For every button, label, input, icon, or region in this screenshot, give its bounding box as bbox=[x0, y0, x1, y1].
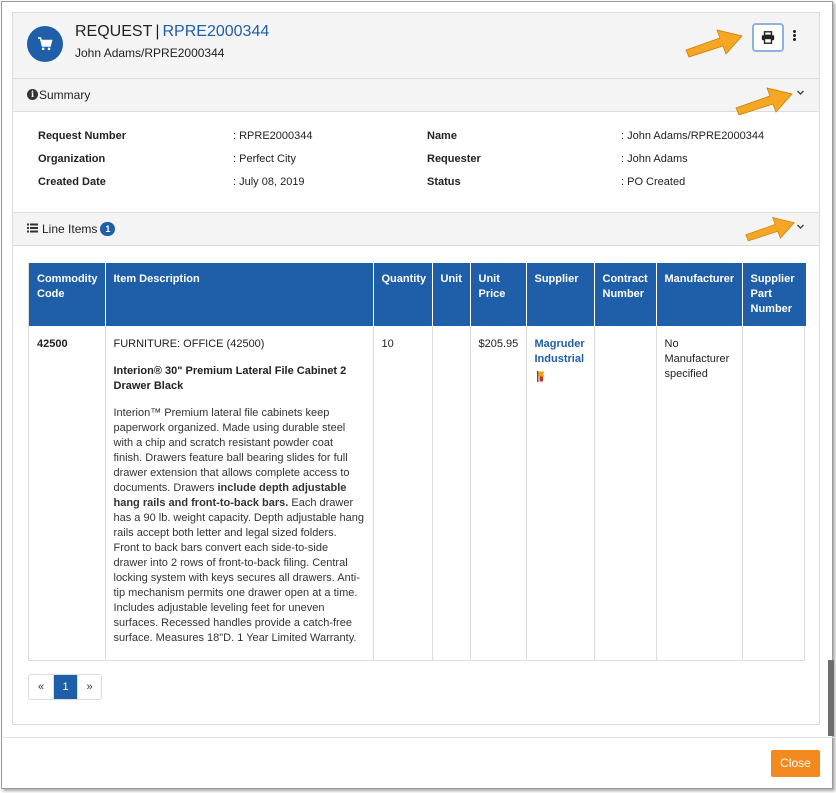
column-header[interactable]: Manufacturer bbox=[656, 263, 743, 326]
summary-details: Request Number : RPRE2000344 Organizatio… bbox=[13, 123, 819, 223]
chevron-down-icon[interactable] bbox=[796, 88, 805, 97]
summary-value: : RPRE2000344 bbox=[233, 130, 313, 142]
summary-value: : PO Created bbox=[621, 176, 686, 188]
summary-label: Name bbox=[427, 130, 457, 142]
item-description: Interion™ Premium lateral file cabinets … bbox=[114, 406, 365, 646]
summary-label: Created Date bbox=[38, 176, 106, 188]
diversity-flag-icon bbox=[535, 370, 586, 388]
title-prefix: REQUEST bbox=[75, 23, 153, 40]
print-button[interactable] bbox=[752, 23, 784, 52]
supplier-part-number-cell bbox=[742, 326, 806, 660]
page-1-button[interactable]: 1 bbox=[53, 675, 77, 699]
table-row: 42500 FURNITURE: OFFICE (42500) Interion… bbox=[29, 326, 806, 660]
quantity-cell: 10 bbox=[373, 326, 433, 660]
column-header[interactable]: Unit bbox=[432, 263, 471, 326]
description-text: Interion™ Premium lateral file cabinets … bbox=[113, 407, 350, 494]
supplier-cell: Magruder Industrial bbox=[526, 326, 595, 660]
summary-label: Organization bbox=[38, 153, 106, 165]
previous-page-button[interactable]: « bbox=[29, 675, 53, 699]
scrollbar[interactable] bbox=[828, 660, 834, 736]
summary-value: : John Adams/RPRE2000344 bbox=[621, 130, 765, 142]
summary-value: : Perfect City bbox=[233, 153, 296, 165]
item-name: Interion® 30" Premium Lateral File Cabin… bbox=[113, 365, 347, 392]
summary-label: Requester bbox=[427, 153, 481, 165]
column-header[interactable]: Unit Price bbox=[470, 263, 527, 326]
summary-heading: Summary bbox=[39, 88, 91, 102]
summary-value: : John Adams bbox=[621, 153, 688, 165]
column-header[interactable]: Contract Number bbox=[594, 263, 657, 326]
pagination: « 1 » bbox=[28, 674, 102, 700]
column-header[interactable]: Supplier Part Number bbox=[742, 263, 806, 326]
summary-label: Request Number bbox=[38, 130, 127, 142]
item-description-cell: FURNITURE: OFFICE (42500) Interion® 30" … bbox=[105, 326, 374, 660]
summary-value: : July 08, 2019 bbox=[233, 176, 305, 188]
annotation-arrow-icon bbox=[735, 87, 793, 116]
column-header[interactable]: Supplier bbox=[526, 263, 595, 326]
more-vertical-icon[interactable] bbox=[790, 29, 798, 45]
page-subtitle: John Adams/RPRE2000344 bbox=[75, 46, 225, 60]
request-panel: REQUEST | RPRE2000344 John Adams/RPRE20003… bbox=[12, 12, 820, 725]
title-separator: | bbox=[155, 23, 160, 40]
annotation-arrow-icon bbox=[745, 216, 795, 242]
commodity-code-cell: 42500 bbox=[29, 326, 106, 660]
unit-price-cell: $205.95 bbox=[470, 326, 527, 660]
annotation-arrow-icon bbox=[685, 29, 743, 58]
table-header-row: Commodity Code Item Description Quantity… bbox=[29, 263, 806, 326]
description-text: Each drawer has a 90 lb. weight capacity… bbox=[113, 497, 365, 644]
page-title: REQUEST | RPRE2000344 bbox=[75, 23, 269, 41]
column-header[interactable]: Commodity Code bbox=[29, 263, 106, 326]
line-items-count-badge: 1 bbox=[100, 222, 116, 236]
next-page-button[interactable]: » bbox=[77, 675, 101, 699]
summary-section-header[interactable]: i Summary bbox=[13, 78, 819, 112]
summary-label: Status bbox=[427, 176, 461, 188]
line-items-heading: Line Items 1 bbox=[42, 222, 116, 236]
column-header[interactable]: Quantity bbox=[373, 263, 433, 326]
info-icon: i bbox=[27, 89, 38, 100]
close-button[interactable]: Close bbox=[771, 750, 820, 777]
supplier-link[interactable]: Magruder Industrial bbox=[535, 337, 586, 367]
manufacturer-cell: No Manufacturer specified bbox=[656, 326, 743, 660]
print-icon bbox=[761, 31, 775, 44]
contract-number-cell bbox=[594, 326, 657, 660]
list-icon bbox=[27, 223, 38, 233]
unit-cell bbox=[432, 326, 471, 660]
request-number-link[interactable]: RPRE2000344 bbox=[163, 23, 270, 40]
item-category: FURNITURE: OFFICE (42500) bbox=[113, 338, 265, 350]
column-header[interactable]: Item Description bbox=[105, 263, 374, 326]
modal-window: REQUEST | RPRE2000344 John Adams/RPRE20003… bbox=[1, 1, 834, 789]
footer-divider bbox=[3, 737, 834, 738]
line-items-table: Commodity Code Item Description Quantity… bbox=[28, 263, 806, 661]
chevron-down-icon[interactable] bbox=[796, 222, 805, 231]
line-items-section-header[interactable]: Line Items 1 bbox=[13, 212, 819, 246]
line-items-label: Line Items bbox=[42, 222, 98, 236]
shopping-cart-icon bbox=[27, 26, 63, 62]
